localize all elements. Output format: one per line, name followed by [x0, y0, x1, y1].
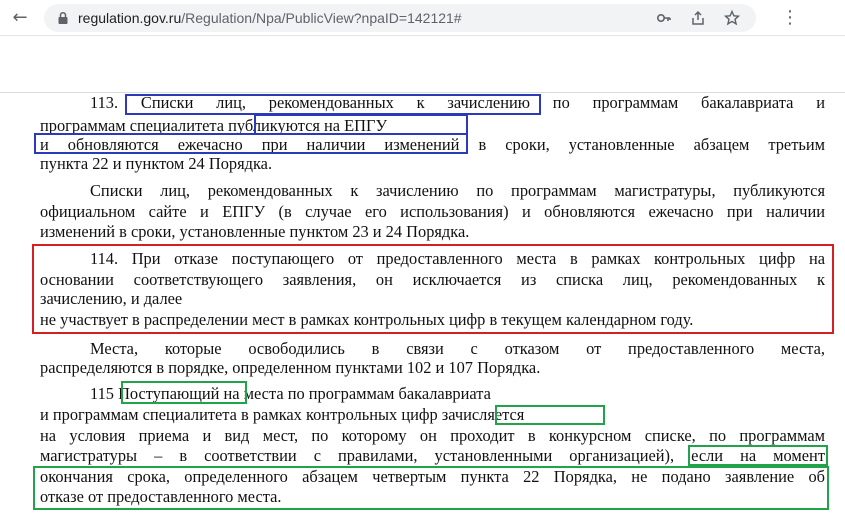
back-arrow-icon[interactable]: ←: [8, 6, 32, 30]
url-host: regulation.gov.ru: [78, 10, 182, 26]
highlight-box-blue-3: [34, 133, 468, 154]
browser-toolbar: ← regulation.gov.ru/Regulation/Npa/Publi…: [0, 0, 845, 36]
p113b-line-3: изменений в сроки, установленные пунктом…: [40, 222, 470, 241]
p115-line-3: на условия приема и вид мест, по котором…: [40, 426, 825, 445]
highlight-box-green-3: [688, 445, 828, 466]
url-path: /Regulation/Npa/PublicView?npaID=142121#: [181, 10, 462, 26]
p115-line-2: и программам специалитета в рамках контр…: [40, 405, 525, 424]
p113b-line-1: Списки лиц, рекомендованных к зачислению…: [90, 181, 825, 200]
highlight-box-red: [32, 244, 834, 334]
highlight-box-green-1: [121, 381, 247, 404]
star-icon[interactable]: [724, 10, 740, 26]
highlight-box-green-2: [495, 405, 605, 425]
p113-line-4: пункта 22 и пунктом 24 Порядка.: [40, 154, 273, 173]
highlight-box-blue-2: [254, 114, 468, 135]
lock-icon[interactable]: [56, 11, 70, 25]
highlight-box-green-4: [33, 466, 829, 510]
key-icon[interactable]: [656, 10, 672, 26]
p114b-line-2: распределяются в порядке, определенном п…: [40, 358, 541, 377]
url-text[interactable]: regulation.gov.ru/Regulation/Npa/PublicV…: [78, 9, 462, 27]
p113b-line-2: официальном сайте и ЕПГУ (в случае его и…: [40, 202, 825, 221]
share-icon[interactable]: [690, 10, 706, 26]
menu-icon[interactable]: ⋮: [780, 6, 800, 30]
address-bar[interactable]: regulation.gov.ru/Regulation/Npa/PublicV…: [44, 4, 756, 32]
highlight-box-blue-1: [125, 94, 541, 115]
